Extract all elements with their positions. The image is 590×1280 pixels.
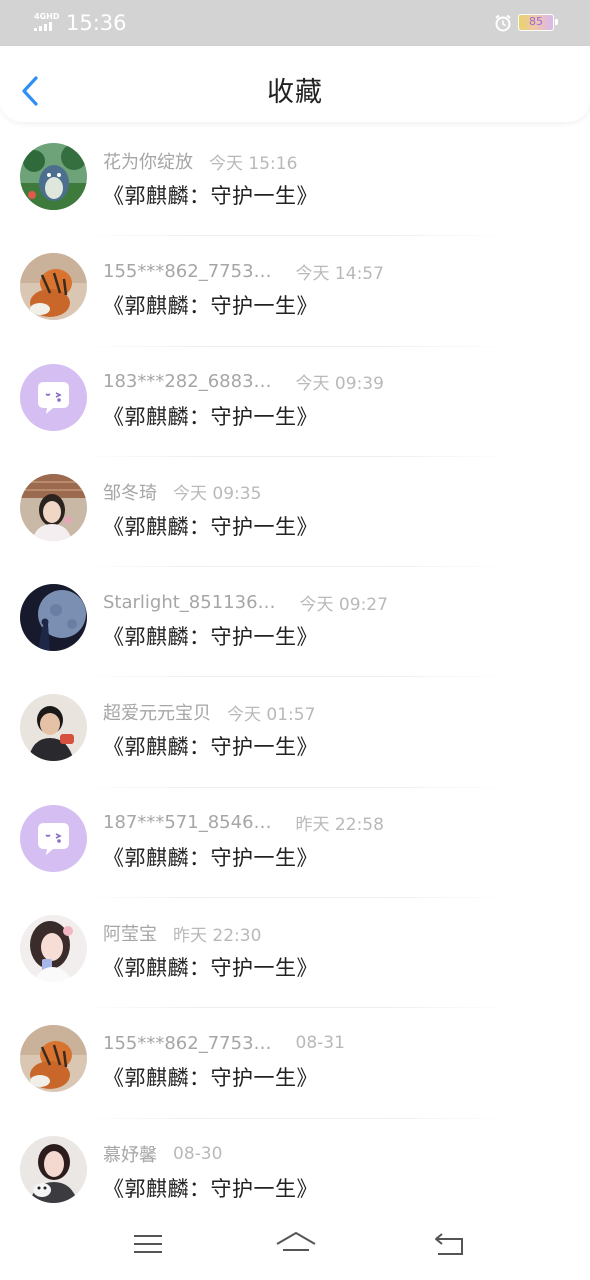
favorite-title[interactable]: 《郭麒麟：守护一生》 — [103, 180, 318, 210]
status-time: 15:36 — [66, 11, 127, 35]
favorite-title[interactable]: 《郭麒麟：守护一生》 — [103, 952, 318, 982]
timestamp: 昨天 22:30 — [173, 925, 262, 946]
favorite-title[interactable]: 《郭麒麟：守护一生》 — [103, 621, 318, 651]
username[interactable]: 阿莹宝 — [103, 920, 157, 946]
user-avatar[interactable] — [20, 694, 87, 762]
timestamp: 今天 09:27 — [299, 594, 388, 615]
username[interactable]: Starlight_851136… — [103, 592, 276, 613]
item-meta: 183***282_6883… 今天 09:39 — [103, 370, 384, 394]
item-meta: 超爱元元宝贝 今天 01:57 — [103, 699, 316, 725]
favorite-title[interactable]: 《郭麒麟：守护一生》 — [103, 1062, 318, 1092]
user-avatar[interactable] — [20, 584, 87, 652]
favorite-title[interactable]: 《郭麒麟：守护一生》 — [103, 731, 318, 761]
timestamp: 08-30 — [173, 1143, 223, 1164]
item-meta: 花为你绽放 今天 15:16 — [103, 148, 298, 174]
user-avatar[interactable] — [20, 473, 87, 541]
user-avatar[interactable] — [20, 1025, 87, 1093]
timestamp: 昨天 22:58 — [295, 815, 384, 836]
menu-icon[interactable] — [130, 1228, 166, 1260]
timestamp: 今天 15:16 — [209, 153, 298, 174]
default-avatar-icon[interactable] — [20, 804, 87, 872]
favorite-title[interactable]: 《郭麒麟：守护一生》 — [103, 290, 318, 320]
item-meta: 187***571_8546… 昨天 22:58 — [103, 811, 384, 835]
default-avatar-icon[interactable] — [20, 363, 87, 431]
favorite-title[interactable]: 《郭麒麟：守护一生》 — [103, 511, 318, 541]
item-meta: 155***862_7753… 今天 14:57 — [103, 259, 384, 284]
timestamp: 今天 01:57 — [227, 704, 316, 725]
list-item[interactable]: Starlight_851136… 今天 09:27 《郭麒麟：守护一生》 — [0, 567, 590, 678]
battery-icon: 85 — [518, 14, 558, 31]
battery-level: 85 — [529, 15, 543, 28]
item-meta: 邹冬琦 今天 09:35 — [103, 479, 262, 505]
username[interactable]: 超爱元元宝贝 — [103, 699, 211, 725]
username[interactable]: 187***571_8546… — [103, 812, 272, 833]
list-item[interactable]: 187***571_8546… 昨天 22:58 《郭麒麟：守护一生》 — [0, 788, 590, 899]
item-meta: 155***862_7753… 08-31 — [103, 1031, 345, 1055]
item-meta: 慕妤馨 08-30 — [103, 1142, 222, 1166]
username[interactable]: 155***862_7753… — [103, 1033, 272, 1054]
header: 收藏 — [0, 46, 590, 122]
list-item[interactable]: 155***862_7753… 今天 14:57 《郭麒麟：守护一生》 — [0, 236, 590, 347]
system-nav-bar — [0, 1214, 590, 1280]
timestamp: 今天 14:57 — [295, 263, 384, 284]
favorites-list: 花为你绽放 今天 15:16 《郭麒麟：守护一生》 155***862_7753… — [0, 126, 590, 1229]
item-meta: Starlight_851136… 今天 09:27 — [103, 590, 388, 615]
timestamp: 今天 09:39 — [295, 374, 384, 395]
list-item[interactable]: 183***282_6883… 今天 09:39 《郭麒麟：守护一生》 — [0, 347, 590, 457]
user-avatar[interactable] — [20, 253, 87, 321]
back-arrow-icon[interactable] — [432, 1228, 468, 1260]
list-item[interactable]: 花为你绽放 今天 15:16 《郭麒麟：守护一生》 — [0, 126, 590, 237]
username[interactable]: 155***862_7753… — [103, 261, 272, 282]
favorite-title[interactable]: 《郭麒麟：守护一生》 — [103, 1173, 318, 1203]
item-meta: 阿莹宝 昨天 22:30 — [103, 920, 262, 946]
timestamp: 今天 09:35 — [173, 484, 262, 505]
username[interactable]: 花为你绽放 — [103, 148, 193, 174]
username[interactable]: 183***282_6883… — [103, 371, 272, 392]
list-item[interactable]: 155***862_7753… 08-31 《郭麒麟：守护一生》 — [0, 1008, 590, 1119]
user-avatar[interactable] — [20, 915, 87, 983]
list-item[interactable]: 邹冬琦 今天 09:35 《郭麒麟：守护一生》 — [0, 457, 590, 568]
status-bar: 4GHD 15:36 85 — [0, 0, 590, 46]
user-avatar[interactable] — [20, 1135, 87, 1203]
list-item[interactable]: 慕妤馨 08-30 《郭麒麟：守护一生》 — [0, 1119, 590, 1229]
alarm-icon — [495, 14, 511, 32]
favorite-title[interactable]: 《郭麒麟：守护一生》 — [103, 842, 318, 872]
page-title: 收藏 — [267, 77, 323, 108]
list-item[interactable]: 阿莹宝 昨天 22:30 《郭麒麟：守护一生》 — [0, 898, 590, 1009]
signal-icon: 4GHD — [34, 12, 60, 32]
user-avatar[interactable] — [20, 143, 87, 210]
favorite-title[interactable]: 《郭麒麟：守护一生》 — [103, 401, 318, 431]
username[interactable]: 慕妤馨 — [103, 1141, 157, 1167]
timestamp: 08-31 — [295, 1033, 345, 1054]
list-item[interactable]: 超爱元元宝贝 今天 01:57 《郭麒麟：守护一生》 — [0, 677, 590, 788]
username[interactable]: 邹冬琦 — [103, 479, 157, 505]
home-icon[interactable] — [275, 1228, 317, 1260]
network-type: 4GHD — [34, 12, 60, 21]
